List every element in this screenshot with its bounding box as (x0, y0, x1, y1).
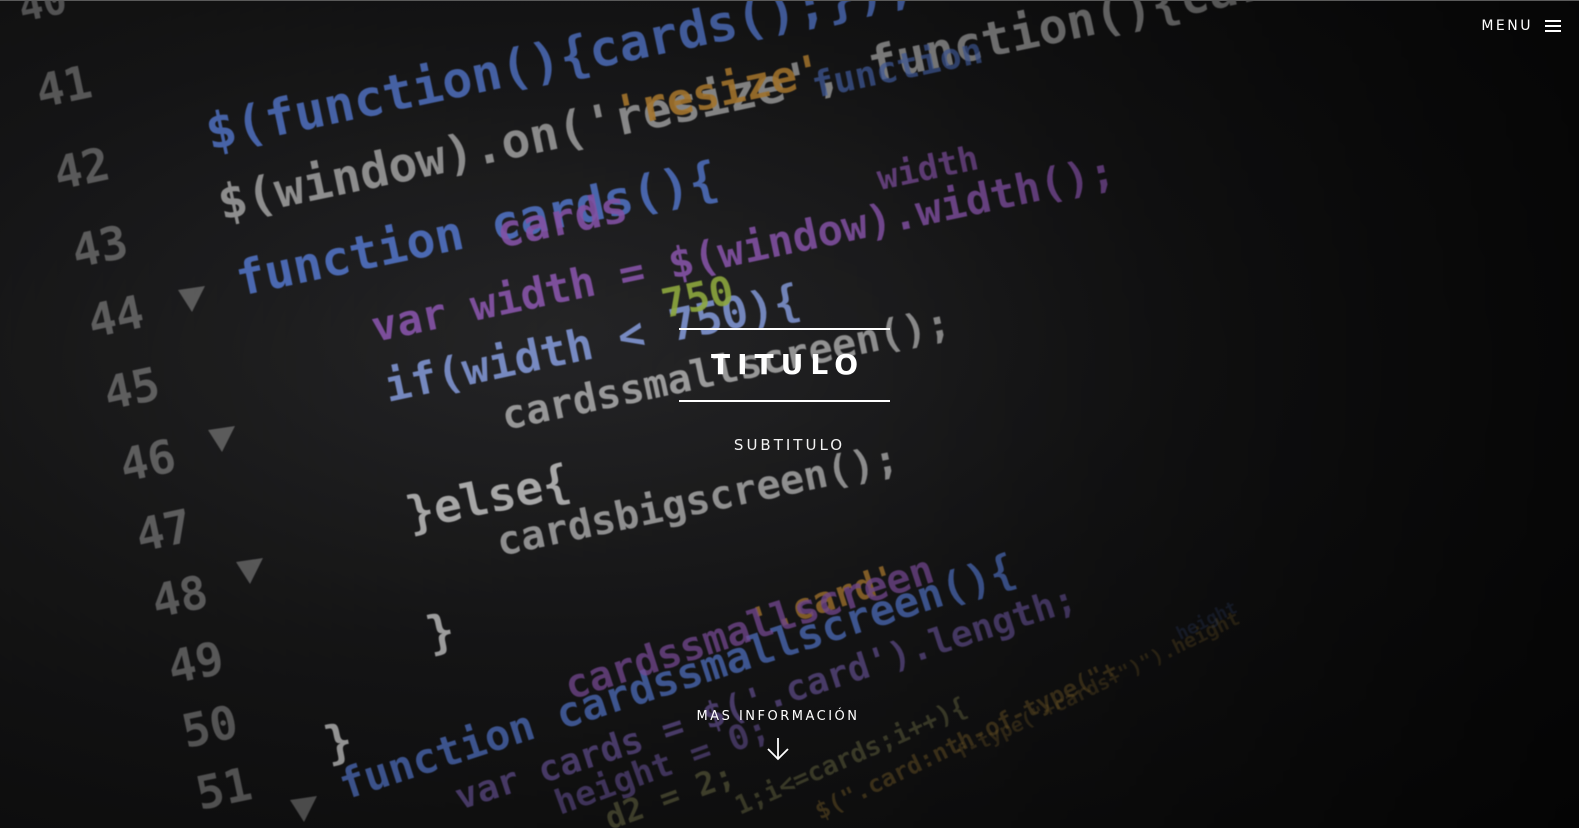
page-subtitle: SUBTITULO (733, 436, 846, 454)
line-number: 44 (83, 284, 148, 348)
line-number: 48 (147, 564, 212, 628)
fold-marker-icon (290, 796, 317, 822)
line-number: 49 (163, 630, 228, 694)
menu-button[interactable]: MENU (1481, 18, 1561, 34)
line-number: 40 (15, 0, 72, 32)
line-number: 51 (191, 756, 256, 820)
page-title: TITULO (711, 348, 865, 381)
code-line: } (421, 602, 459, 661)
line-number: 45 (99, 356, 164, 420)
menu-label: MENU (1481, 18, 1533, 34)
line-number: 43 (67, 214, 132, 278)
title-bottom-divider (679, 400, 890, 402)
fold-marker-icon (178, 286, 205, 312)
fold-marker-icon (236, 558, 263, 584)
more-info-label: MAS INFORMACIÓN (696, 709, 860, 724)
line-number: 47 (131, 498, 196, 562)
line-number: 42 (49, 136, 114, 200)
code-background-image: 40 41 42 43 44 45 46 47 48 49 50 51 $(fu… (15, 0, 1497, 828)
arrow-down-icon (767, 738, 789, 761)
more-info-link[interactable]: MAS INFORMACIÓN (0, 709, 1556, 762)
top-border (0, 0, 1579, 1)
hamburger-icon (1545, 20, 1561, 32)
hero-section: 40 41 42 43 44 45 46 47 48 49 50 51 $(fu… (0, 0, 1579, 828)
title-block: TITULO (679, 328, 890, 402)
line-number: 41 (31, 54, 96, 118)
